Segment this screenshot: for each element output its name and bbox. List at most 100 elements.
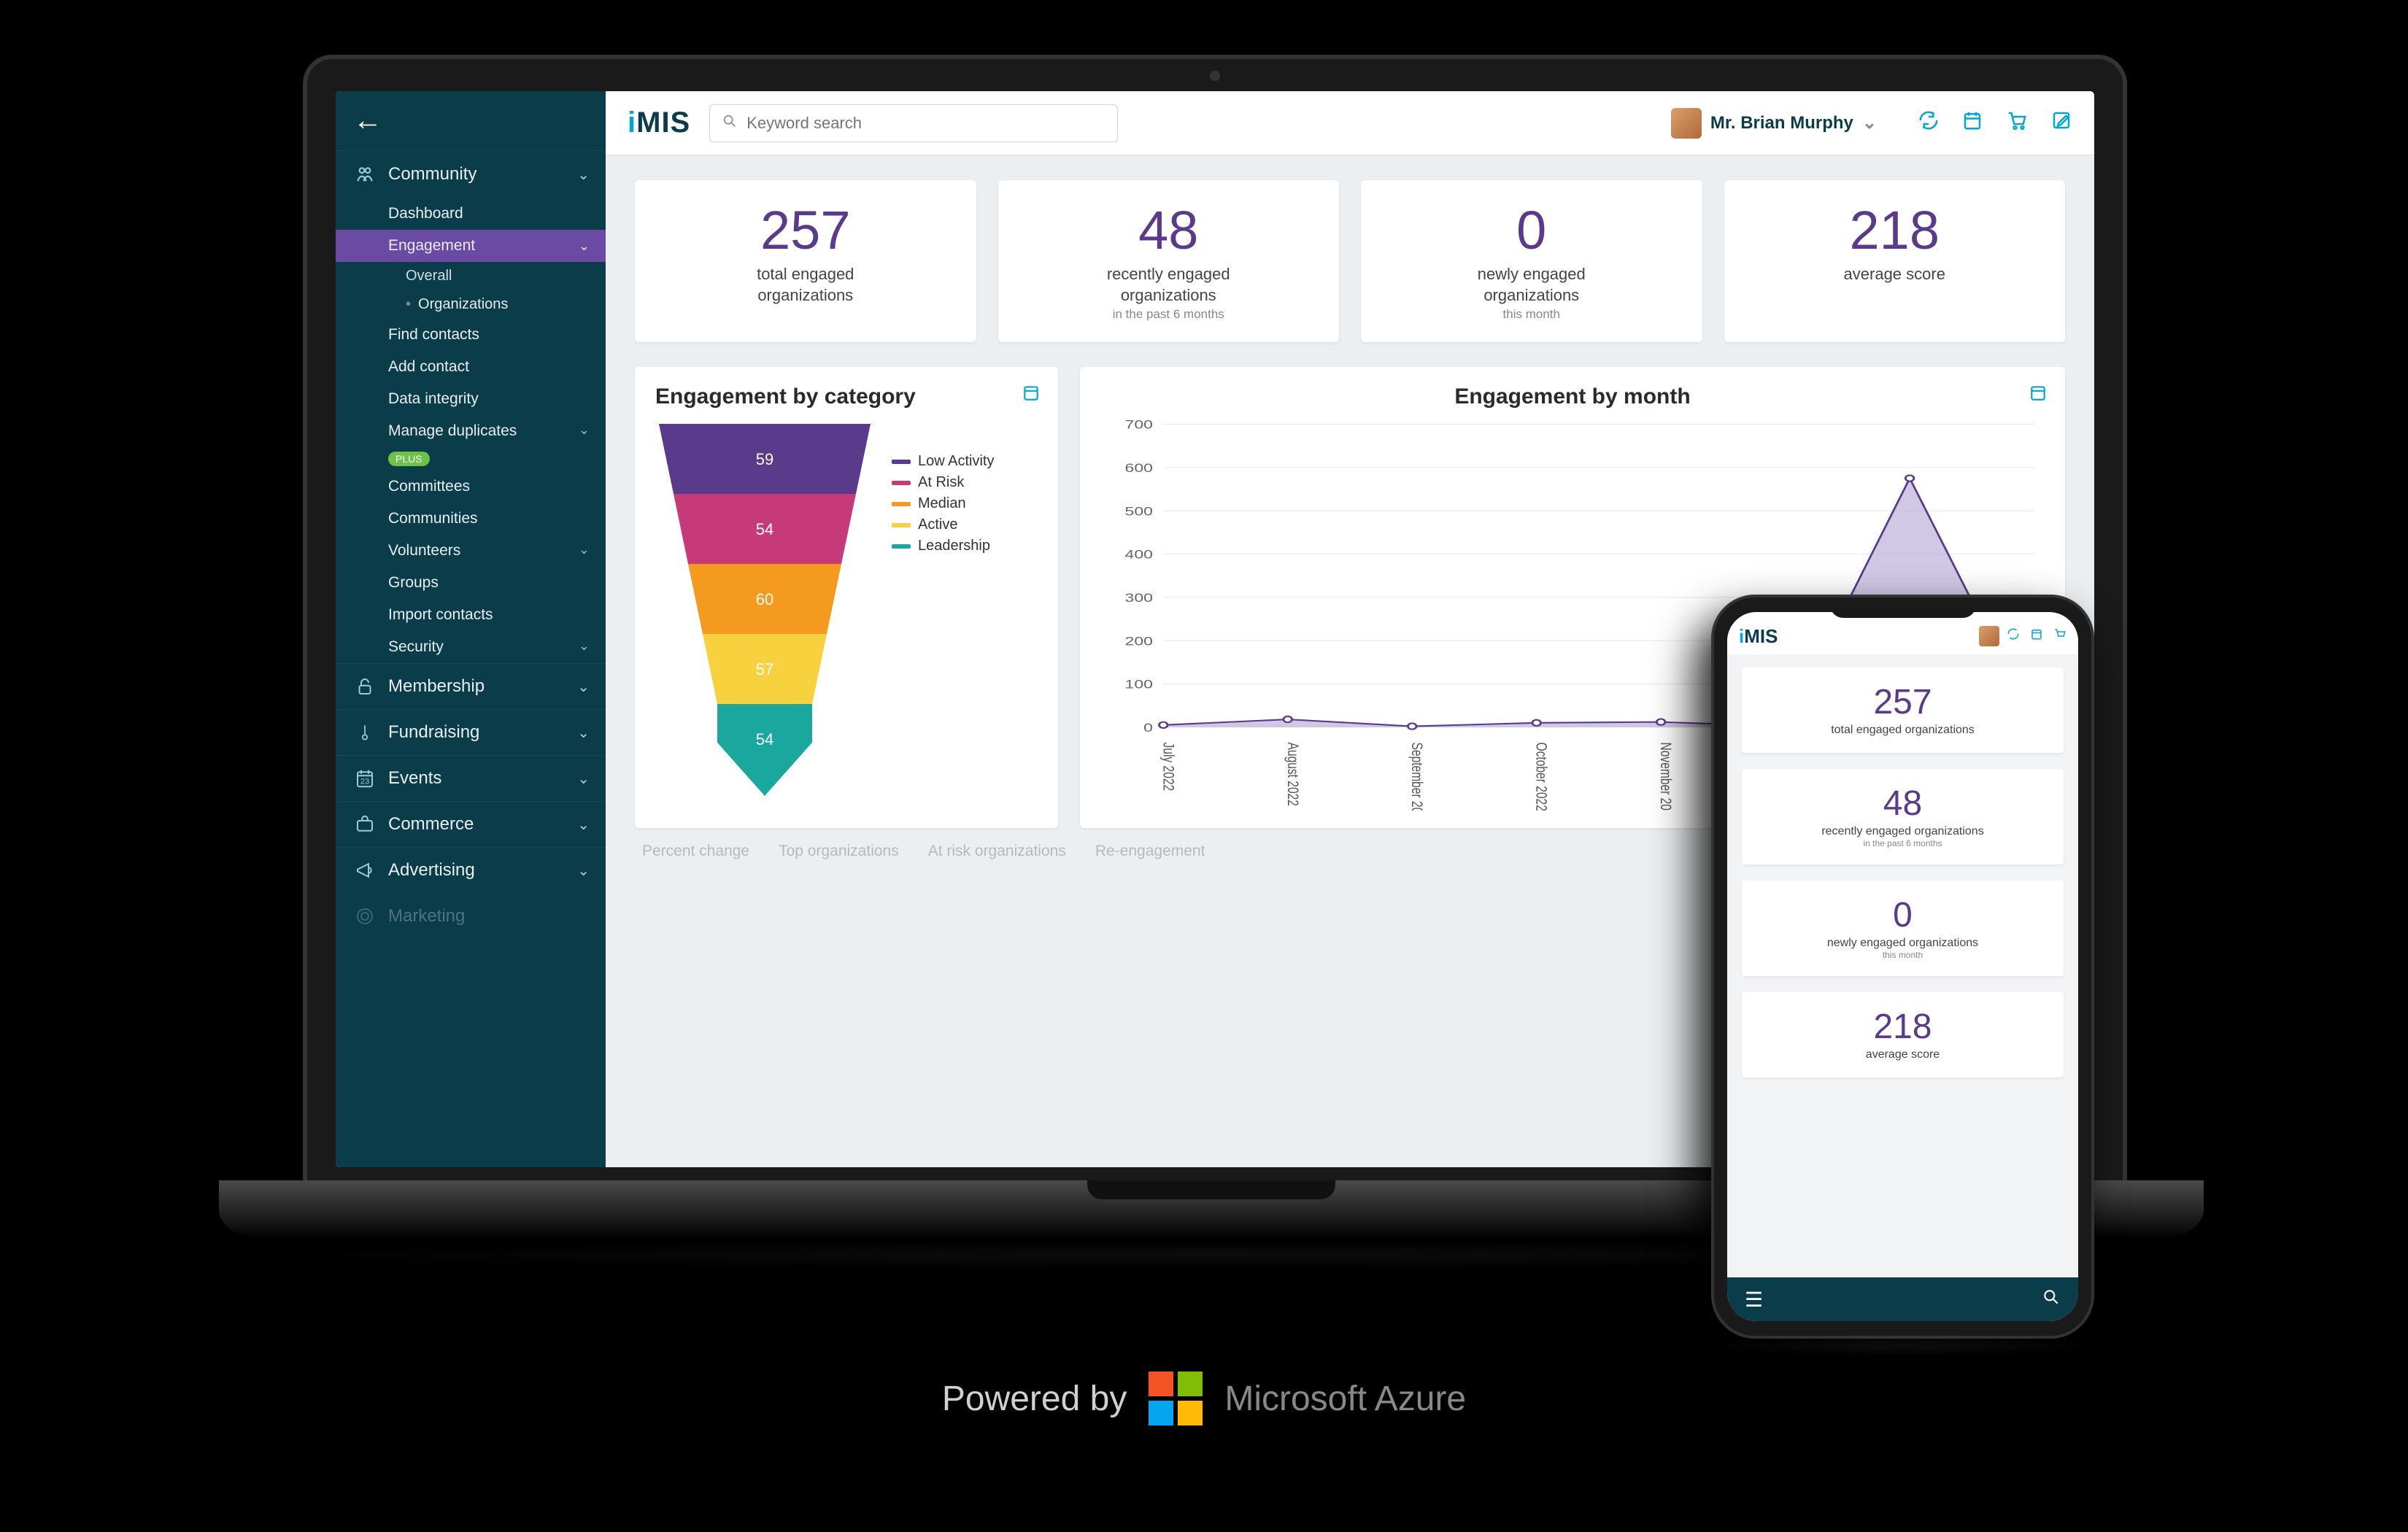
- sidebar-section-events[interactable]: 23 Events ⌄: [336, 755, 606, 801]
- funnel-chart: 5954605754: [655, 424, 874, 803]
- card-average-score: 218 average score: [1724, 180, 2066, 342]
- app-logo[interactable]: iMIS: [628, 107, 690, 139]
- card-newly-engaged: 0newly engaged organizationsthis month: [1742, 881, 2064, 976]
- svg-text:300: 300: [1125, 592, 1153, 605]
- chart-engagement-category: Engagement by category 5954605754 Low Ac…: [635, 367, 1058, 828]
- search-icon: [722, 113, 738, 133]
- sidebar-section-membership[interactable]: Membership ⌄: [336, 663, 606, 709]
- sidebar-item-add-contact[interactable]: Add contact: [336, 351, 606, 383]
- sidebar-item-data-integrity[interactable]: Data integrity: [336, 383, 606, 415]
- sidebar-section-marketing[interactable]: Marketing: [336, 893, 606, 939]
- tab-reengagement[interactable]: Re-engagement: [1095, 843, 1205, 860]
- sidebar-item-volunteers[interactable]: Volunteers⌄: [336, 535, 606, 567]
- powered-by: Powered by Microsoft Azure: [0, 1372, 2408, 1425]
- menu-icon[interactable]: ☰: [1745, 1288, 1763, 1312]
- phone-cards: 257 total engaged organizations 48recentl…: [1727, 654, 2078, 1091]
- briefcase-icon: [352, 813, 378, 835]
- chevron-down-icon: ⌄: [577, 166, 590, 184]
- calendar-icon[interactable]: [2029, 383, 2048, 407]
- refresh-icon[interactable]: [1918, 109, 1940, 137]
- card-value: 218: [1739, 199, 2051, 261]
- app-logo[interactable]: iMIS: [1739, 625, 1778, 648]
- sidebar-item-dashboard[interactable]: Dashboard: [336, 198, 606, 230]
- laptop-camera: [1210, 71, 1220, 81]
- card-total-engaged: 257 total engaged organizations: [635, 180, 976, 342]
- megaphone-icon: [352, 859, 378, 881]
- target-icon: [352, 905, 378, 927]
- user-name: Mr. Brian Murphy: [1710, 113, 1853, 134]
- plus-badge: PLUS: [388, 452, 430, 466]
- chevron-down-icon: ⌄: [579, 542, 590, 560]
- tab-top-organizations[interactable]: Top organizations: [779, 843, 899, 860]
- phone-device: iMIS 257 total engaged organizations 48re…: [1711, 595, 2094, 1339]
- calendar-icon[interactable]: [1961, 109, 1983, 137]
- sidebar-item-engagement[interactable]: Engagement ⌄: [336, 230, 606, 262]
- chevron-down-icon: ⌄: [579, 422, 590, 440]
- user-menu[interactable]: Mr. Brian Murphy ⌄: [1671, 108, 1877, 139]
- sidebar-item-manage-duplicates[interactable]: Manage duplicates ⌄: [336, 415, 606, 447]
- cart-icon[interactable]: [2005, 109, 2029, 137]
- svg-text:54: 54: [756, 520, 773, 538]
- card-label: recently engaged organizations: [1749, 825, 2056, 838]
- calendar-icon[interactable]: [1022, 383, 1041, 407]
- stat-cards: 257 total engaged organizations 48 recen…: [635, 180, 2065, 342]
- card-label: newly engaged organizations: [1375, 264, 1688, 306]
- chart-legend: Low ActivityAt RiskMedianActiveLeadershi…: [892, 453, 994, 559]
- sidebar-item-committees[interactable]: Committees: [336, 471, 606, 503]
- sidebar-item-label: Manage duplicates: [388, 422, 517, 440]
- refresh-icon[interactable]: [2007, 627, 2020, 645]
- microsoft-logo-icon: [1149, 1372, 1203, 1425]
- calendar-icon[interactable]: [2030, 627, 2043, 645]
- sidebar-section-community[interactable]: Community ⌄: [336, 150, 606, 198]
- search-icon[interactable]: [2042, 1288, 2061, 1312]
- chart-title: Engagement by month: [1100, 384, 2045, 409]
- sidebar-section-advertising[interactable]: Advertising ⌄: [336, 847, 606, 893]
- phone-bottom-bar: ☰: [1727, 1277, 2078, 1321]
- card-sublabel: this month: [1375, 307, 1688, 322]
- tab-percent-change[interactable]: Percent change: [642, 843, 749, 860]
- powered-label: Powered by: [942, 1379, 1127, 1419]
- svg-text:100: 100: [1125, 678, 1153, 692]
- card-label: total engaged organizations: [1749, 724, 2056, 737]
- card-recently-engaged: 48recently engaged organizationsin the p…: [1742, 769, 2064, 864]
- sidebar-section-label: Fundraising: [388, 722, 567, 743]
- chevron-down-icon: ⌄: [579, 638, 590, 656]
- sidebar-item-find-contacts[interactable]: Find contacts: [336, 319, 606, 351]
- svg-text:500: 500: [1125, 505, 1153, 518]
- sidebar-item-import-contacts[interactable]: Import contacts: [336, 599, 606, 631]
- cart-icon[interactable]: [2053, 627, 2067, 645]
- sidebar-section-label: Advertising: [388, 860, 567, 881]
- phone-screen: iMIS 257 total engaged organizations 48re…: [1727, 612, 2078, 1321]
- chevron-down-icon: ⌄: [577, 724, 590, 742]
- thermometer-icon: [352, 721, 378, 743]
- sidebar-item-groups[interactable]: Groups: [336, 567, 606, 599]
- chevron-down-icon: ⌄: [579, 239, 590, 254]
- chevron-down-icon: ⌄: [577, 678, 590, 696]
- edit-icon[interactable]: [2050, 109, 2072, 137]
- tab-at-risk[interactable]: At risk organizations: [928, 843, 1066, 860]
- avatar[interactable]: [1979, 626, 1999, 646]
- sidebar-section-commerce[interactable]: Commerce ⌄: [336, 801, 606, 847]
- calendar-icon: 23: [352, 767, 378, 789]
- card-value: 0: [1749, 895, 2056, 935]
- svg-text:59: 59: [756, 450, 773, 468]
- card-value: 0: [1375, 199, 1688, 261]
- sidebar-section-label: Events: [388, 768, 567, 789]
- back-button[interactable]: ←: [336, 91, 606, 150]
- card-sublabel: in the past 6 months: [1749, 838, 2056, 848]
- search-field[interactable]: [746, 114, 1105, 133]
- sidebar-item-communities[interactable]: Communities: [336, 503, 606, 535]
- search-input[interactable]: [709, 104, 1118, 142]
- svg-text:700: 700: [1125, 419, 1153, 432]
- svg-text:August 2022: August 2022: [1284, 743, 1302, 806]
- sidebar-item-organizations[interactable]: Organizations: [336, 290, 606, 319]
- sidebar-section-fundraising[interactable]: Fundraising ⌄: [336, 709, 606, 755]
- sidebar-item-overall[interactable]: Overall: [336, 262, 606, 290]
- sidebar-item-security[interactable]: Security⌄: [336, 631, 606, 663]
- svg-text:400: 400: [1125, 549, 1153, 562]
- card-sublabel: in the past 6 months: [1013, 307, 1325, 322]
- phone-notch: [1830, 597, 1976, 618]
- card-value: 257: [1749, 682, 2056, 722]
- svg-text:23: 23: [360, 778, 370, 786]
- card-value: 48: [1749, 784, 2056, 824]
